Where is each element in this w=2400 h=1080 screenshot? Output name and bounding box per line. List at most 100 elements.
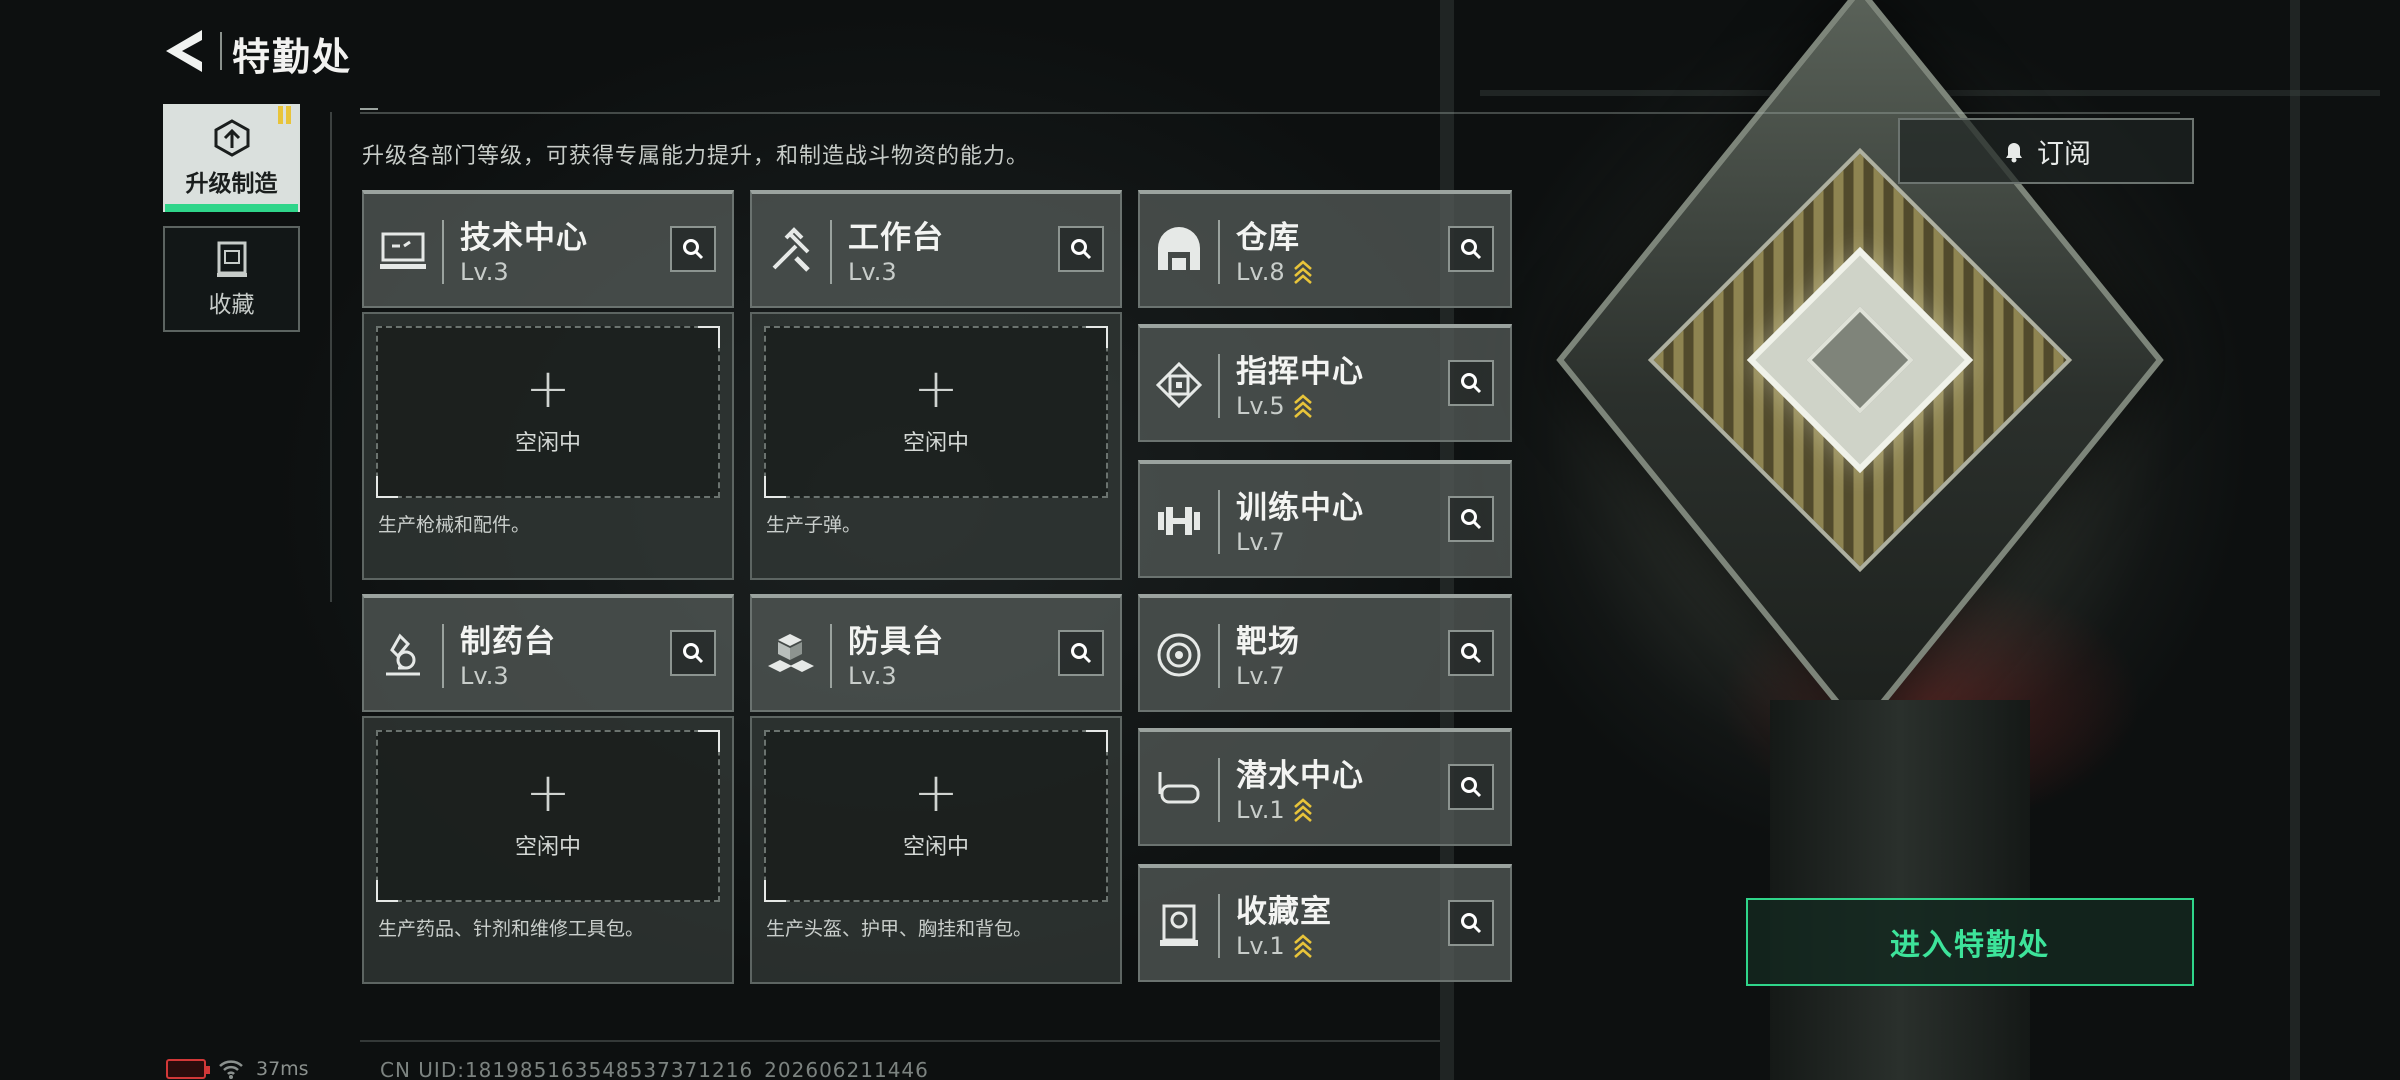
- production-slot[interactable]: + 空闲中: [764, 730, 1108, 902]
- department-name: 训练中心: [1236, 490, 1364, 526]
- department-name: 指挥中心: [1236, 354, 1364, 390]
- dumbbell-icon: [1158, 507, 1200, 535]
- status-bar: 37ms: [166, 1058, 309, 1080]
- battery-icon: [166, 1059, 210, 1079]
- department-level: Lv.5: [1236, 392, 1285, 420]
- plus-icon: +: [525, 761, 571, 824]
- collection-icon: [216, 241, 247, 277]
- search-button[interactable]: [1058, 630, 1104, 676]
- department-collection-room[interactable]: 收藏室 Lv.1: [1138, 864, 1512, 982]
- target-icon: [1157, 633, 1201, 677]
- magnifier-icon: [1461, 777, 1482, 798]
- nav-upgrade-craft[interactable]: 升级制造: [163, 104, 300, 212]
- department-level: Lv.7: [1236, 662, 1285, 690]
- rank-up-icon: [1293, 260, 1312, 284]
- armor-blocks-icon: [768, 634, 814, 672]
- header-divider: [220, 32, 222, 70]
- slot-description: 生产药品、针剂和维修工具包。: [378, 918, 645, 940]
- magnifier-icon: [683, 239, 704, 260]
- workstation-level: Lv.3: [460, 258, 509, 286]
- production-slot[interactable]: + 空闲中: [376, 730, 720, 902]
- plus-icon: +: [525, 357, 571, 420]
- department-warehouse[interactable]: 仓库 Lv.8: [1138, 190, 1512, 308]
- user-uid: CN UID:1819851635485373712​16_2026062114…: [380, 1058, 929, 1080]
- frame-line: [330, 112, 332, 602]
- frame-line: [360, 108, 2180, 114]
- magnifier-icon: [1461, 643, 1482, 664]
- plus-icon: +: [913, 761, 959, 824]
- rank-up-icon: [1293, 394, 1312, 418]
- chip-icon: [1155, 361, 1203, 409]
- frame-line: [360, 1040, 1440, 1042]
- department-diving-center[interactable]: 潜水中心 Lv.1: [1138, 728, 1512, 846]
- workstation-name: 技术中心: [460, 220, 588, 256]
- workstation-slot-panel: + 空闲中 生产药品、针剂和维修工具包。: [362, 716, 734, 984]
- department-command-center[interactable]: 指挥中心 Lv.5: [1138, 324, 1512, 442]
- department-training-center[interactable]: 训练中心 Lv.7: [1138, 460, 1512, 578]
- workstation-header-pharmacy[interactable]: 制药台 Lv.3: [362, 594, 734, 712]
- department-shooting-range[interactable]: 靶场 Lv.7: [1138, 594, 1512, 712]
- page-title: 特勤处: [232, 35, 353, 79]
- slot-description: 生产枪械和配件。: [378, 514, 531, 536]
- plus-icon: +: [913, 357, 959, 420]
- microscope-icon: [386, 633, 420, 676]
- magnifier-icon: [1461, 509, 1482, 530]
- enter-special-ops-button[interactable]: 进入特勤处: [1746, 898, 2194, 986]
- warehouse-icon: [1158, 227, 1200, 270]
- slot-status: 空闲中: [902, 835, 969, 860]
- search-button[interactable]: [1448, 360, 1494, 406]
- magnifier-icon: [1461, 239, 1482, 260]
- department-name: 靶场: [1236, 624, 1300, 660]
- slot-description: 生产子弹。: [766, 514, 862, 536]
- workstation-level: Lv.3: [848, 258, 897, 286]
- bell-icon: [2006, 143, 2022, 163]
- department-name: 仓库: [1236, 220, 1300, 256]
- slot-description: 生产头盔、护甲、胸挂和背包。: [766, 918, 1033, 940]
- subscribe-label: 订阅: [2037, 138, 2091, 170]
- search-button[interactable]: [1448, 630, 1494, 676]
- search-button[interactable]: [1448, 496, 1494, 542]
- ping-readout: 37ms: [256, 1058, 309, 1080]
- search-button[interactable]: [1448, 226, 1494, 272]
- magnifier-icon: [1461, 373, 1482, 394]
- search-button[interactable]: [1448, 764, 1494, 810]
- upgrade-icon: [214, 119, 249, 157]
- department-level: Lv.1: [1236, 796, 1285, 824]
- department-level: Lv.1: [1236, 932, 1285, 960]
- slot-status: 空闲中: [514, 835, 581, 860]
- nav-label: 收藏: [208, 292, 255, 318]
- active-indicator: [165, 204, 298, 212]
- nav-collection[interactable]: 收藏: [163, 226, 300, 332]
- production-slot[interactable]: + 空闲中: [764, 326, 1108, 498]
- workstation-header-tech-center[interactable]: 技术中心 Lv.3: [362, 190, 734, 308]
- slot-status: 空闲中: [902, 431, 969, 456]
- workstation-level: Lv.3: [848, 662, 897, 690]
- magnifier-icon: [1071, 239, 1092, 260]
- department-level: Lv.8: [1236, 258, 1285, 286]
- workstation-slot-panel: + 空闲中 生产头盔、护甲、胸挂和背包。: [750, 716, 1122, 984]
- search-button[interactable]: [670, 226, 716, 272]
- search-button[interactable]: [670, 630, 716, 676]
- magnifier-icon: [1461, 913, 1482, 934]
- notification-badge: [278, 106, 294, 124]
- workstation-header-workbench[interactable]: 工作台 Lv.3: [750, 190, 1122, 308]
- workstation-name: 工作台: [848, 220, 944, 256]
- subscribe-button[interactable]: 订阅: [1898, 118, 2194, 184]
- rank-up-icon: [1293, 934, 1312, 958]
- back-arrow-icon[interactable]: [162, 28, 208, 74]
- workstation-name: 制药台: [460, 624, 556, 660]
- workstation-slot-panel: + 空闲中 生产子弹。: [750, 312, 1122, 580]
- production-slot[interactable]: + 空闲中: [376, 326, 720, 498]
- workstation-level: Lv.3: [460, 662, 509, 690]
- search-button[interactable]: [1448, 900, 1494, 946]
- vault-icon: [1160, 904, 1198, 946]
- tools-icon: [772, 227, 810, 272]
- department-name: 收藏室: [1236, 894, 1332, 930]
- magnifier-icon: [683, 643, 704, 664]
- search-button[interactable]: [1058, 226, 1104, 272]
- nav-label: 升级制造: [185, 171, 278, 197]
- workstation-header-armor[interactable]: 防具台 Lv.3: [750, 594, 1122, 712]
- page-description: 升级各部门等级，可获得专属能力提升，和制造战斗物资的能力。: [362, 144, 1030, 169]
- department-name: 潜水中心: [1236, 758, 1364, 794]
- rank-up-icon: [1293, 798, 1312, 822]
